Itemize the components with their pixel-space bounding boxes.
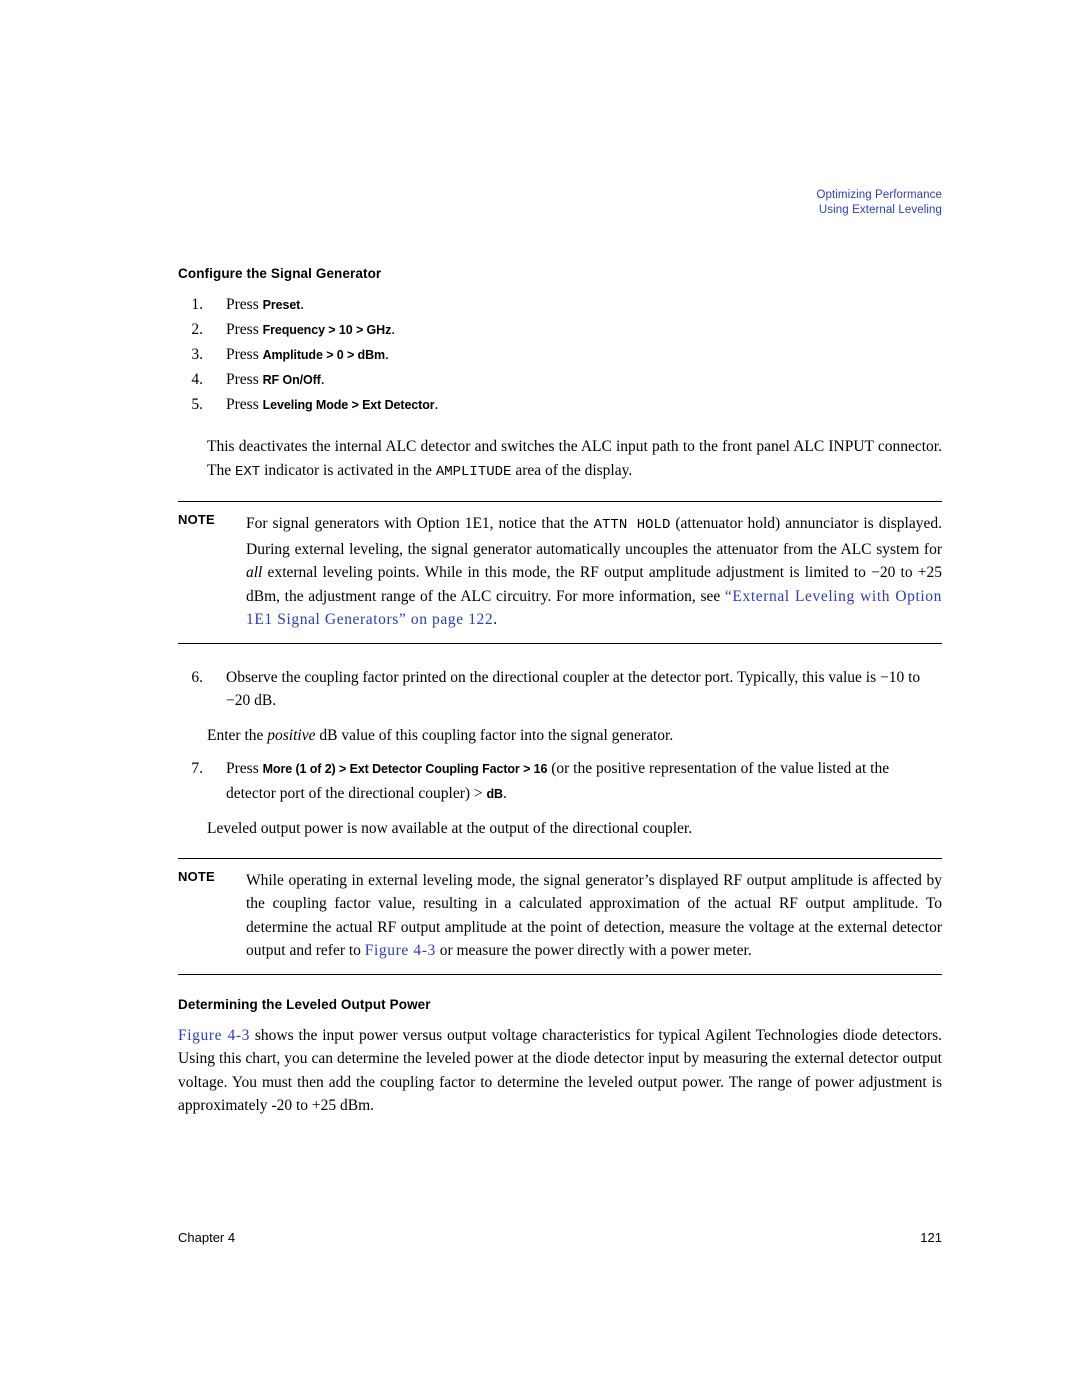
figure-reference-link[interactable]: Figure 4-3 — [365, 942, 436, 959]
step-number: 3. — [191, 346, 203, 363]
step-keys: RF On/Off — [262, 373, 321, 387]
note-text-b: or measure the power directly with a pow… — [435, 942, 752, 959]
mono-ext: EXT — [234, 463, 261, 480]
step-keys: Frequency > 10 > GHz — [262, 323, 392, 337]
list-item: 4. Press RF On/Off. — [178, 368, 942, 392]
italic-positive: positive — [267, 726, 316, 744]
note-label: NOTE — [178, 868, 215, 884]
step-tail: . — [300, 296, 305, 313]
note-text-a: For signal generators with Option 1E1, n… — [246, 515, 594, 532]
list-item: 7. Press More (1 of 2) > Ext Detector Cou… — [178, 757, 942, 806]
note-body: For signal generators with Option 1E1, n… — [246, 512, 942, 632]
note-block-external-leveling-mode: NOTE While operating in external levelin… — [178, 857, 942, 975]
step-keys: More (1 of 2) > Ext Detector Coupling Fa… — [262, 762, 548, 776]
step-text: Press More (1 of 2) > Ext Detector Coupl… — [226, 760, 889, 802]
note-block-option-1e1: NOTE For signal generators with Option 1… — [178, 501, 942, 644]
step-keys: Amplitude > 0 > dBm — [262, 348, 386, 362]
step-verb: Press — [226, 346, 259, 363]
mono-attn-hold: ATTN HOLD — [593, 517, 671, 533]
heading-determining-leveled-output-power: Determining the Leveled Output Power — [178, 996, 431, 1012]
page-number: 121 — [920, 1230, 942, 1245]
paragraph-figure-description: Figure 4-3 shows the input power versus … — [178, 1024, 942, 1118]
para-text-a: Enter the — [207, 726, 268, 744]
para-text: shows the input power versus output volt… — [178, 1026, 942, 1115]
note-italic-all: all — [246, 564, 263, 581]
footer-chapter: Chapter 4 — [178, 1230, 236, 1245]
step-number: 6. — [191, 668, 203, 686]
header-line-2: Using External Leveling — [818, 204, 942, 216]
configure-steps-list: 1. Press Preset. 2. Press Frequency > 10 >… — [178, 293, 942, 417]
running-header: Optimizing Performance Using External Le… — [816, 188, 942, 218]
step-number: 7. — [191, 760, 203, 777]
header-line-1: Optimizing Performance — [816, 189, 942, 201]
figure-reference-link[interactable]: Figure 4-3 — [178, 1027, 250, 1044]
para-text-b: indicator is activated in the — [260, 461, 436, 479]
list-item: 5. Press Leveling Mode > Ext Detector. — [178, 393, 942, 417]
list-item: 2. Press Frequency > 10 > GHz. — [178, 318, 942, 342]
paragraph-deactivates-alc: This deactivates the internal ALC detect… — [207, 435, 942, 484]
step-number: 1. — [191, 296, 203, 313]
step-tail: . — [502, 784, 507, 802]
heading-configure-signal-generator: Configure the Signal Generator — [178, 266, 382, 281]
step-tail: . — [385, 346, 389, 363]
step-verb: Press — [226, 396, 259, 413]
step-tail: . — [391, 321, 396, 338]
page-content: Configure the Signal Generator 1. Press P… — [178, 266, 942, 1118]
note-body: While operating in external leveling mod… — [246, 869, 942, 963]
list-item: 3. Press Amplitude > 0 > dBm. — [178, 343, 942, 367]
mono-amplitude: AMPLITUDE — [435, 463, 512, 480]
step-verb: Press — [226, 371, 259, 388]
step-verb: Press — [226, 321, 259, 338]
step-keys-2: dB — [486, 786, 504, 801]
step-verb: Press — [226, 296, 259, 313]
list-item: 1. Press Preset. — [178, 293, 942, 317]
paragraph-enter-positive-db: Enter the positive dB value of this coup… — [207, 724, 942, 748]
step-text: Observe the coupling factor printed on t… — [226, 668, 921, 710]
document-page: Optimizing Performance Using External Le… — [0, 0, 1080, 1397]
step-tail: . — [434, 396, 439, 413]
step-tail: . — [320, 371, 325, 388]
step-number: 4. — [191, 371, 203, 388]
step-number: 5. — [191, 396, 203, 413]
note-text-d: . — [493, 611, 498, 628]
note-label: NOTE — [178, 512, 215, 527]
para-text-c: area of the display. — [511, 461, 633, 479]
step-verb: Press — [226, 760, 259, 777]
paragraph-leveled-output: Leveled output power is now available at… — [207, 820, 693, 837]
step-keys: Leveling Mode > Ext Detector — [262, 398, 435, 412]
step-number: 2. — [191, 321, 203, 338]
para-text-b: dB value of this coupling factor into th… — [315, 726, 674, 744]
step-keys: Preset — [262, 298, 301, 312]
list-item: 6. Observe the coupling factor printed on… — [178, 666, 942, 713]
